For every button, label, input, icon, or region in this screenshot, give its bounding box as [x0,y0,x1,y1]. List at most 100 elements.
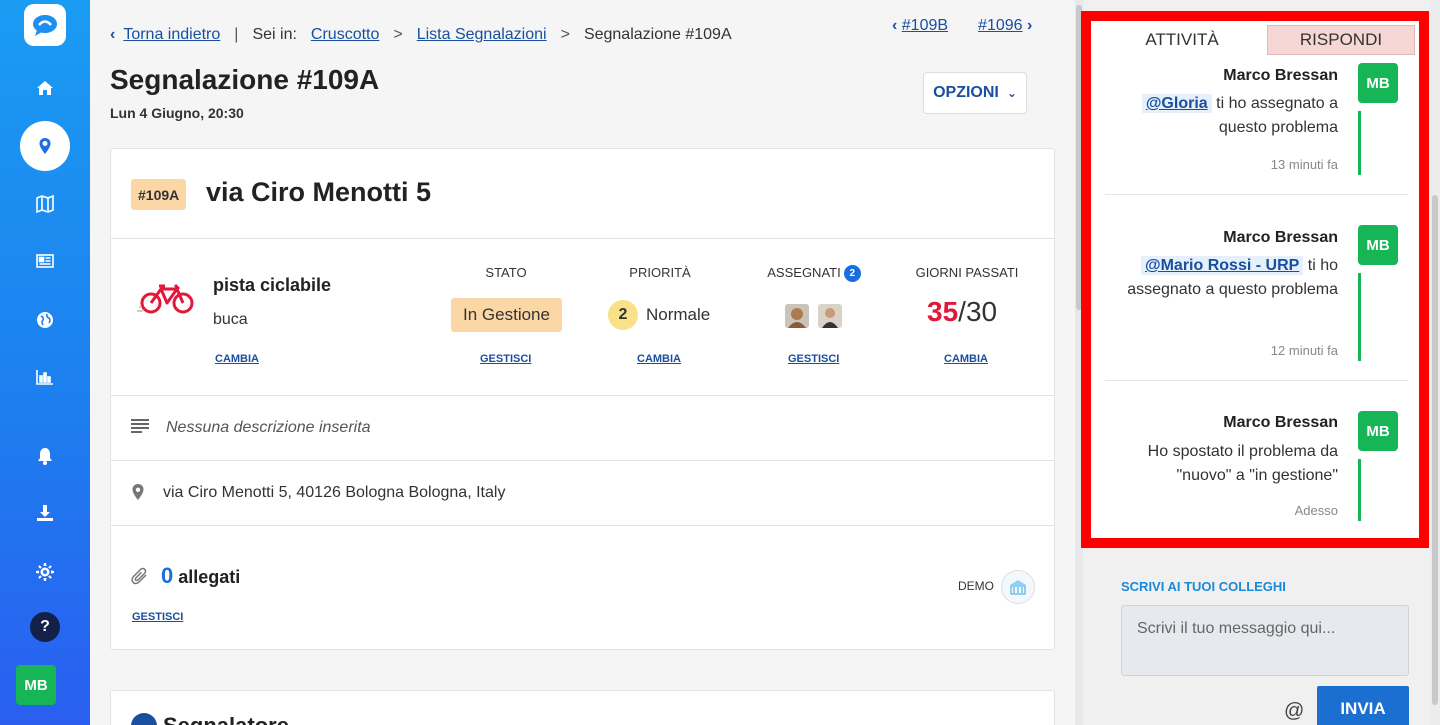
breadcrumb-prefix: Sei in: [252,26,297,43]
priority-level-badge: 2 [608,300,638,330]
breadcrumb-item-report-list[interactable]: Lista Segnalazioni [417,26,547,44]
breadcrumb-separator: > [393,26,403,43]
download-icon[interactable] [25,498,65,528]
bell-icon[interactable] [25,441,65,471]
subcategory-name: buca [213,311,248,328]
entry-author: Marco Bressan [1223,67,1338,84]
main-content: ‹ Torna indietro | Sei in: Cruscotto > L… [90,0,1075,725]
assigned-header: ASSEGNATI 2 [744,265,884,283]
days-header: GIORNI PASSATI [915,265,1019,280]
chevron-down-icon: ⌄ [1006,86,1017,100]
state-header: STATO [485,265,527,280]
assigned-count-badge: 2 [843,265,861,283]
report-id-tag: #109A [131,179,187,210]
user-avatar[interactable]: MB [16,665,56,705]
paperclip-icon [131,567,147,585]
tab-reply[interactable]: RISPONDI [1267,25,1415,55]
priority-label: Normale [646,305,711,324]
activity-feed: Marco Bressan @Gloria ti ho assegnato a … [1105,55,1408,530]
map-pin-icon [132,484,144,500]
change-days-link[interactable]: CAMBIA [944,353,988,365]
activity-tabs: ATTIVITÀ RISPONDI [1097,25,1415,55]
full-address: via Ciro Menotti 5, 40126 Bologna Bologn… [163,484,506,501]
chat-bubble-logo-icon [33,15,57,36]
entry-author: Marco Bressan [1223,229,1338,246]
section-badge [131,713,157,725]
reporter-card: Segnalatore [110,690,1055,725]
activity-entry: Marco Bressan @Gloria ti ho assegnato a … [1105,55,1408,195]
assignee-avatar[interactable] [785,304,809,328]
entry-accent-bar [1358,111,1361,175]
help-button[interactable]: ? [30,612,60,642]
priority-value[interactable]: 2 Normale [608,300,710,330]
breadcrumb-current: Segnalazione #109A [583,26,732,43]
newspaper-icon[interactable] [25,246,65,276]
entry-message: @Gloria ti ho assegnato a questo problem… [1108,92,1338,140]
panel-scrollbar-thumb[interactable] [1432,195,1438,705]
next-report-link[interactable]: #1096 › [978,17,1032,35]
report-address-title: via Ciro Menotti 5 [206,177,432,207]
activity-entry: Marco Bressan Ho spostato il problema da… [1105,381,1408,530]
panel-scrollbar[interactable] [1430,0,1440,725]
gear-icon[interactable] [25,557,65,587]
options-button[interactable]: OPZIONI ⌄ [923,72,1027,114]
home-icon[interactable] [25,73,65,103]
entry-avatar: MB [1358,225,1398,265]
entry-accent-bar [1358,273,1361,361]
change-priority-link[interactable]: CAMBIA [637,353,681,365]
report-details-row [111,239,1054,396]
prev-report-link[interactable]: ‹ #109B [892,17,948,35]
entry-avatar: MB [1358,411,1398,451]
activity-entry: Marco Bressan @Mario Rossi - URP ti ho a… [1105,195,1408,381]
tab-activity[interactable]: ATTIVITÀ [1097,25,1267,55]
bicycle-icon [137,283,194,314]
manage-state-link[interactable]: GESTISCI [480,353,531,365]
reporter-title: Segnalatore [163,713,289,725]
entry-time: 13 minuti fa [1270,157,1338,172]
breadcrumb-separator: > [560,26,570,43]
mention-button[interactable]: @ [1284,700,1304,723]
options-label: OPZIONI [933,84,999,101]
chevron-left-icon: ‹ [110,26,116,43]
user-mention[interactable]: @Gloria [1141,94,1212,113]
app-logo[interactable] [24,4,66,46]
sidebar: ? MB [0,0,90,725]
source-label: DEMO [958,579,994,593]
chart-icon[interactable] [25,362,65,392]
send-button[interactable]: INVIA [1317,686,1409,725]
entry-time: Adesso [1294,503,1338,518]
entry-message: Ho spostato il problema da "nuovo" a "in… [1147,443,1338,484]
breadcrumb-item-dashboard[interactable]: Cruscotto [311,26,379,44]
report-navigation: ‹ #109B #1096 › [892,17,1032,35]
entry-accent-bar [1358,459,1361,521]
user-mention[interactable]: @Mario Rossi - URP [1141,256,1304,275]
back-link[interactable]: Torna indietro [123,26,220,44]
change-category-link[interactable]: CAMBIA [215,353,259,365]
entry-message: @Mario Rossi - URP ti ho assegnato a que… [1127,256,1338,298]
status-badge[interactable]: In Gestione [451,298,562,332]
text-lines-icon [131,419,149,433]
manage-attachments-link[interactable]: GESTISCI [132,611,183,623]
entry-avatar: MB [1358,63,1398,103]
report-header-row: #109A via Ciro Menotti 5 [111,149,1054,239]
source-icon [1001,570,1035,604]
attachments-count: 0 [161,563,174,588]
globe-icon[interactable] [25,305,65,335]
manage-assigned-link[interactable]: GESTISCI [788,353,839,365]
building-icon [1010,580,1026,595]
report-card: #109A via Ciro Menotti 5 pista ciclabile… [110,148,1055,650]
report-date: Lun 4 Giugno, 20:30 [110,105,244,121]
breadcrumb: ‹ Torna indietro | Sei in: Cruscotto > L… [110,26,732,44]
assignee-avatar[interactable] [818,304,842,328]
chevron-left-icon: ‹ [892,17,898,34]
description-text: Nessuna descrizione inserita [166,419,371,436]
compose-label: SCRIVI AI TUOI COLLEGHI [1121,579,1286,594]
attachments-summary: 0 allegati [161,563,241,588]
map-icon[interactable] [25,189,65,219]
breadcrumb-divider: | [234,26,239,43]
map-pin-icon[interactable] [20,121,70,171]
chevron-right-icon: › [1027,17,1033,34]
entry-time: 12 minuti fa [1270,343,1338,358]
message-input[interactable] [1121,605,1409,676]
days-elapsed: 35/30 [927,296,998,327]
